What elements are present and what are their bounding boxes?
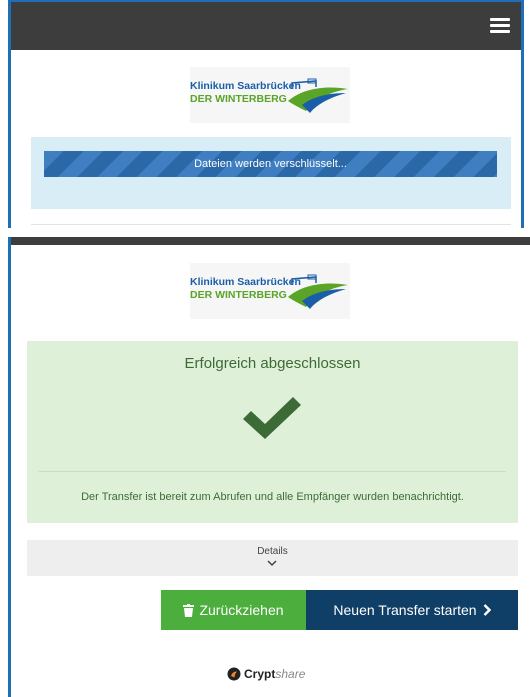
window-border-right bbox=[521, 0, 524, 228]
top-navigation-bar bbox=[11, 2, 521, 50]
details-toggle[interactable]: Details bbox=[27, 540, 518, 576]
success-alert: Erfolgreich abgeschlossen Der Transfer i… bbox=[27, 341, 518, 523]
progress-label: Dateien werden verschlüsselt... bbox=[194, 158, 347, 170]
logo-line1: Klinikum Saarbrücken bbox=[190, 80, 301, 92]
logo-line1: Klinikum Saarbrücken bbox=[190, 276, 301, 288]
new-transfer-button[interactable]: Neuen Transfer starten bbox=[306, 590, 518, 630]
cryptshare-brand-bold: Crypt bbox=[244, 667, 276, 681]
chevron-right-icon bbox=[483, 604, 491, 616]
chevron-down-icon bbox=[267, 560, 277, 567]
divider bbox=[31, 224, 511, 225]
cryptshare-logo-icon bbox=[227, 667, 241, 681]
clinic-logo: Klinikum Saarbrücken DER WINTERBERG bbox=[190, 67, 350, 123]
checkmark-icon bbox=[243, 397, 301, 439]
encryption-status-area: Dateien werden verschlüsselt... bbox=[31, 137, 511, 209]
withdraw-button-label: Zurückziehen bbox=[199, 602, 284, 618]
cryptshare-logo: Crypt share bbox=[227, 667, 305, 681]
logo-line2: DER WINTERBERG bbox=[190, 289, 287, 301]
success-message: Der Transfer ist bereit zum Abrufen und … bbox=[81, 491, 464, 503]
logo-line2: DER WINTERBERG bbox=[190, 93, 287, 105]
new-transfer-button-label: Neuen Transfer starten bbox=[333, 602, 477, 618]
panel-gap bbox=[0, 228, 530, 237]
details-label: Details bbox=[257, 546, 288, 557]
success-title: Erfolgreich abgeschlossen bbox=[184, 355, 361, 372]
completed-panel: Klinikum Saarbrücken DER WINTERBERG Erfo… bbox=[0, 237, 530, 697]
clinic-logo: Klinikum Saarbrücken DER WINTERBERG bbox=[190, 263, 350, 319]
window-border-left bbox=[8, 237, 11, 697]
top-navigation-bar-edge bbox=[8, 237, 530, 245]
withdraw-button[interactable]: Zurückziehen bbox=[161, 590, 306, 630]
cryptshare-brand-light: share bbox=[275, 667, 306, 681]
hamburger-icon[interactable] bbox=[490, 18, 510, 34]
success-divider bbox=[39, 471, 506, 472]
encryption-progress-bar: Dateien werden verschlüsselt... bbox=[44, 151, 497, 177]
clinic-logo-graphic bbox=[288, 78, 348, 113]
trash-icon bbox=[183, 603, 195, 617]
clinic-logo-graphic bbox=[288, 274, 348, 309]
encrypting-panel: Klinikum Saarbrücken DER WINTERBERG Date… bbox=[0, 0, 530, 228]
